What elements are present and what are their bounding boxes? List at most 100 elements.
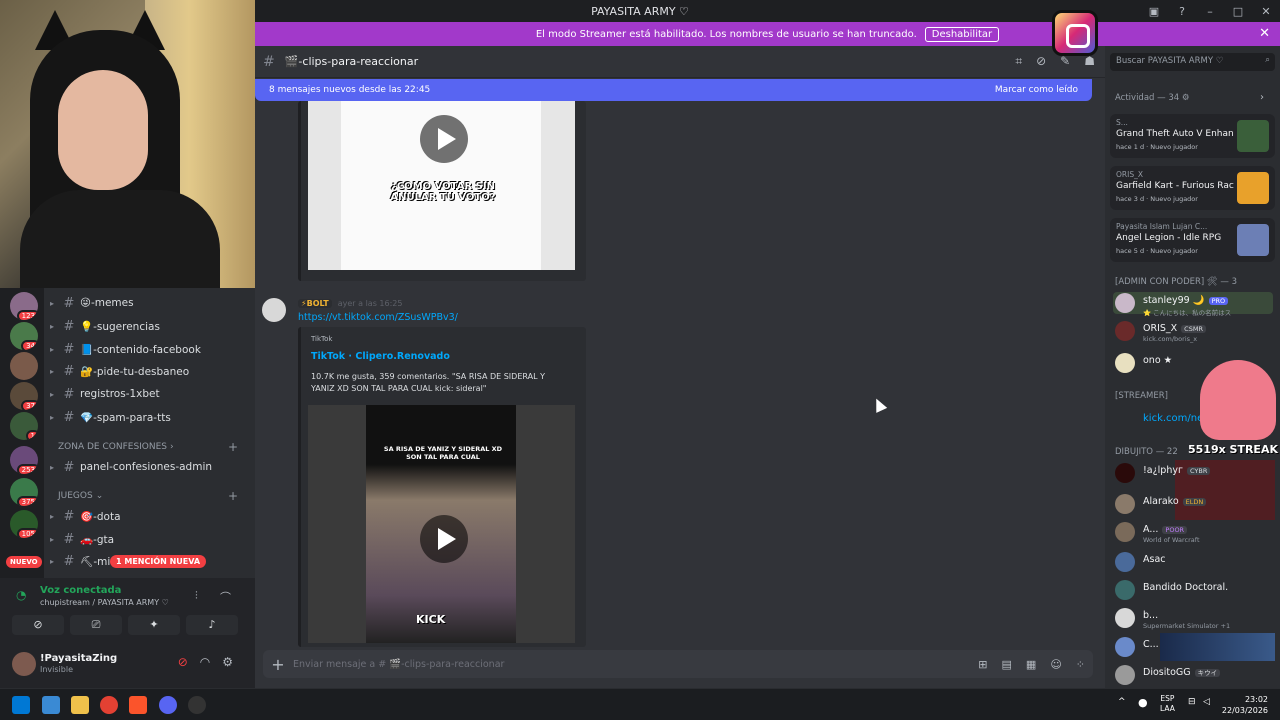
members-icon[interactable]: ☗ [1084,54,1095,69]
chevron-right-icon: ▸ [49,462,54,472]
mark-as-read-button[interactable]: Marcar como leído [995,85,1078,95]
noise-suppression-icon[interactable]: ⫶ [195,589,198,603]
member-item[interactable]: C... [1113,636,1273,658]
sticker-icon[interactable]: ▦ [1026,658,1036,671]
add-attachment-icon[interactable]: + [263,655,293,674]
channel-item[interactable]: ▸ # 📘-contenido-facebook [44,338,255,360]
activity-card[interactable]: S... Grand Theft Auto V Enhan... hace 1 … [1110,114,1275,158]
category-label: ZONA DE CONFESIONES [58,442,168,452]
hash-icon: # [63,295,75,311]
username[interactable]: !PayasitaZing [40,653,117,664]
member-item[interactable]: Alarako ELDN [1113,493,1273,515]
add-channel-icon[interactable]: + [228,489,238,503]
channel-header: # 🎬-clips-para-reaccionar ⌗ ⊘ ✎ ☗ [255,46,1105,78]
screenshare-button[interactable]: ⎚ [70,615,122,635]
server-icon[interactable]: 34 [10,322,38,350]
apps-icon[interactable]: ⁘ [1076,658,1085,671]
search-input[interactable]: Buscar PAYASITA ARMY ♡ ⌕ [1110,53,1275,71]
close-banner-icon[interactable]: ✕ [1259,26,1270,41]
add-channel-icon[interactable]: + [228,440,238,454]
video-thumbnail[interactable]: SA RISA DE YANIZ Y SIDERAL XD SON TAL PA… [308,405,575,643]
new-badge[interactable]: NUEVO [6,556,42,568]
close-window-button[interactable]: ✕ [1252,5,1280,18]
channel-item[interactable]: ▸ # 💡-sugerencias [44,315,255,337]
avatar[interactable] [12,652,36,676]
mic-muted-icon[interactable]: ⊘ [178,655,188,669]
pin-icon[interactable]: ✎ [1060,54,1070,69]
avatar[interactable] [262,298,286,322]
embed-title[interactable]: TikTok · Clipero.Renovado [311,351,450,362]
channel-item[interactable]: ▸ # registros-1xbet [44,383,255,405]
gift-icon[interactable]: ⊞ [978,658,987,671]
server-icon[interactable]: 105 [10,510,38,538]
channel-item[interactable]: ▸ # 🚗-gta [44,528,255,550]
video-thumbnail[interactable]: ¿COMO VOTAR SIN ANULAR TU VOTO? [308,101,575,270]
maximize-button[interactable]: □ [1224,5,1252,18]
server-icon[interactable]: 1 [10,412,38,440]
disable-streamer-button[interactable]: Deshabilitar [924,26,1000,42]
bell-muted-icon[interactable]: ⊘ [1036,54,1046,69]
obs-icon[interactable] [188,696,206,714]
category-juegos[interactable]: JUEGOS ⌄ + [58,489,238,503]
role-header-dibujito: DIBUJITO — 22 [1115,447,1178,457]
clock[interactable]: 23:02 22/03/2026 [1222,694,1268,716]
play-icon[interactable] [420,115,468,163]
chrome-icon[interactable] [100,696,118,714]
member-item[interactable]: A... POOR World of Warcraft [1113,521,1273,544]
activity-card[interactable]: ORIS_X Garfield Kart - Furious Rac... ha… [1110,166,1275,210]
volume-icon[interactable]: ◁ [1203,697,1210,707]
microphone-icon[interactable]: ● [1138,696,1148,709]
member-item[interactable]: Bandido Doctoral. [1113,579,1273,601]
member-item[interactable]: b... Supermarket Simulator +1 [1113,607,1273,630]
channel-item[interactable]: ▸ # panel-confesiones-admin [44,456,255,478]
new-messages-bar[interactable]: 8 mensajes nuevos desde las 22:45 Marcar… [255,79,1092,101]
mention-badge[interactable]: 1 MENCIÓN NUEVA [110,555,207,568]
member-item[interactable]: !a¿lphyг CYBR [1113,462,1273,484]
channel-item[interactable]: ▸ # 💎-spam-para-tts [44,406,255,428]
member-item[interactable]: Asac [1113,551,1273,573]
task-view-icon[interactable] [42,696,60,714]
emoji-icon[interactable]: ☺ [1050,658,1061,671]
channel-item[interactable]: ▸ # 🎯-dota [44,505,255,527]
minimize-button[interactable]: – [1196,5,1224,18]
signal-icon[interactable]: ◔ [16,588,26,602]
camera-button[interactable]: ⊘ [12,615,64,635]
file-explorer-icon[interactable] [71,696,89,714]
threads-icon[interactable]: ⌗ [1015,54,1022,69]
channel-item[interactable]: ▸ # 😜-memes [44,292,255,314]
server-icon[interactable]: 37 [10,382,38,410]
channel-item[interactable]: ▸ # 🔐-pide-tu-desbaneo [44,360,255,382]
activity-card[interactable]: Payasita Islam Lujan C... Angel Legion -… [1110,218,1275,262]
play-icon[interactable] [420,515,468,563]
language-indicator[interactable]: ESP LAA [1160,694,1175,714]
gear-icon[interactable]: ⚙ [222,655,233,669]
member-item[interactable]: stanley99 🌙 PRO ⭐ こんにちは、私の名前はス [1113,292,1273,317]
server-icon[interactable]: 123 [10,292,38,320]
server-icon[interactable]: 253 [10,446,38,474]
inbox-icon[interactable]: ▣ [1140,5,1168,18]
gif-icon[interactable]: ▤ [1002,658,1012,671]
soundboard-button[interactable]: ♪ [186,615,238,635]
server-icon[interactable] [10,352,38,380]
message-composer[interactable]: + Enviar mensaje a # 🎬-clips-para-reacci… [263,650,1093,678]
activities-button[interactable]: ✦ [128,615,180,635]
voice-channel[interactable]: chupistream / PAYASITA ARMY ♡ [40,598,169,607]
help-icon[interactable]: ? [1168,5,1196,18]
disconnect-icon[interactable]: ⌒ [220,589,231,605]
network-icon[interactable]: ⊟ [1188,697,1196,707]
discord-icon[interactable] [159,696,177,714]
headphones-icon[interactable]: ◠ [200,655,210,669]
activity-header[interactable]: Actividad — 34 ⚙ [1115,93,1189,103]
message-link[interactable]: https://vt.tiktok.com/ZSusWPBv3/ [298,312,458,323]
member-item[interactable]: DiositoGG キウイ [1113,664,1273,686]
voice-title[interactable]: Voz conectada [40,585,121,596]
brave-icon[interactable] [129,696,147,714]
server-icon[interactable]: 375 [10,478,38,506]
category-confesiones[interactable]: ZONA DE CONFESIONES › + [58,440,238,454]
member-item[interactable]: ORIS_X CSMR kick.com/boris_x [1113,320,1273,343]
member-name: ono ★ [1143,355,1173,366]
chevron-right-icon[interactable]: › [1260,92,1264,103]
chevron-up-icon[interactable]: ^ [1118,697,1126,707]
windows-start-icon[interactable] [12,696,30,714]
kick-label: KICK [416,613,446,626]
